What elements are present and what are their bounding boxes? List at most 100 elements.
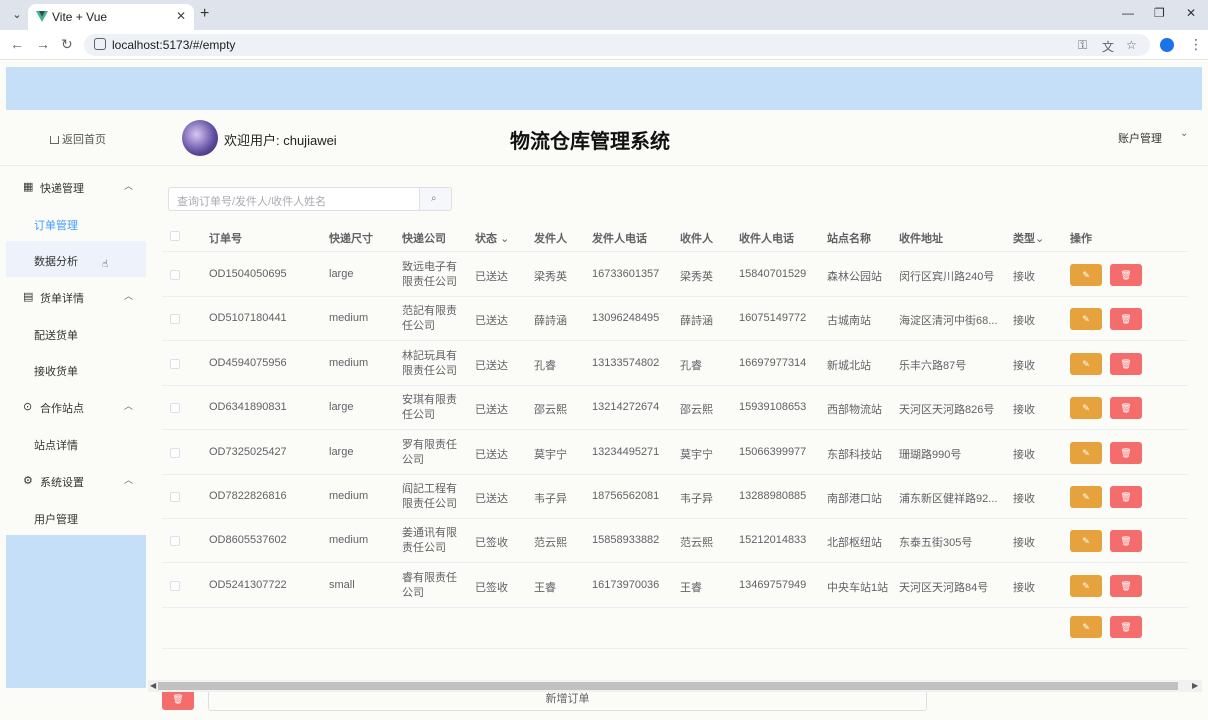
sidebar-item-label: 用户管理 bbox=[34, 514, 78, 526]
site-info-icon[interactable] bbox=[94, 38, 106, 50]
row-checkbox[interactable] bbox=[170, 536, 180, 547]
window-close-icon[interactable]: ✕ bbox=[1186, 6, 1196, 20]
table-row[interactable]: OD5107180441 medium 范記有限责任公司 已送达 薛詩涵 13096248… bbox=[162, 297, 1188, 342]
cell-company: 致远电子有限责任公司 bbox=[402, 261, 457, 288]
sidebar-item-station-details[interactable]: 站点详情 bbox=[6, 425, 146, 461]
scroll-left-icon[interactable]: ◀ bbox=[150, 681, 156, 690]
cell-type: 接收 bbox=[1013, 271, 1035, 283]
maximize-icon[interactable]: ❐ bbox=[1154, 6, 1165, 20]
edit-button[interactable]: ✎ bbox=[1070, 486, 1102, 508]
scroll-right-icon[interactable]: ▶ bbox=[1192, 681, 1198, 690]
column-header-label: 类型 bbox=[1013, 233, 1035, 245]
table-row[interactable]: OD6341890831 large 安琪有限责任公司 已送达 邵云熙 132142726… bbox=[162, 386, 1188, 431]
delete-button[interactable]: 🗑 bbox=[1110, 308, 1142, 331]
select-all-checkbox[interactable] bbox=[170, 231, 180, 241]
row-checkbox[interactable] bbox=[170, 358, 180, 369]
cell-type: 接收 bbox=[1013, 404, 1035, 417]
search-button[interactable]: ⌕ bbox=[420, 187, 452, 211]
bookmark-star-icon[interactable]: ☆ bbox=[1126, 38, 1137, 52]
gear-icon: ⚙ bbox=[23, 475, 33, 487]
forward-icon[interactable]: → bbox=[36, 36, 50, 52]
cell-company: 姜通讯有限责任公司 bbox=[402, 527, 457, 555]
edit-button[interactable]: ✎ bbox=[1070, 352, 1102, 375]
password-key-icon[interactable]: ⚿ bbox=[1078, 38, 1087, 53]
cell-station: 新城北站 bbox=[827, 359, 871, 372]
column-header: 操作 bbox=[1070, 233, 1092, 245]
close-icon[interactable]: ✕ bbox=[176, 9, 186, 23]
sidebar-item-order-management[interactable]: 订单管理 bbox=[6, 205, 146, 241]
menu-group-system-settings[interactable]: ⚙ 系统设置 ︿ bbox=[6, 461, 146, 499]
cell-station: 北部枢纽站 bbox=[827, 537, 882, 550]
delete-button[interactable]: 🗑 bbox=[1110, 397, 1142, 420]
cell-type: 接收 bbox=[1013, 581, 1035, 594]
search-input[interactable]: 查询订单号/发件人/收件人姓名 bbox=[168, 187, 420, 211]
table-row[interactable]: OD7325025427 large 罗有限责任公司 已送达 莫宇宁 1323449527… bbox=[162, 431, 1188, 475]
app-header: 返回首页 欢迎用户: chujiawei 物流仓库管理系统 账户管理 ⌄ bbox=[0, 110, 1208, 166]
edit-button[interactable]: ✎ bbox=[1070, 530, 1102, 553]
minimize-icon[interactable]: — bbox=[1122, 6, 1134, 20]
delete-button[interactable]: 🗑 bbox=[1110, 441, 1142, 464]
edit-button[interactable]: ✎ bbox=[1070, 397, 1102, 420]
cell-order: OD7325025427 bbox=[209, 445, 287, 458]
sidebar-item-receive-manifest[interactable]: 接收货单 bbox=[6, 351, 146, 387]
address-bar[interactable]: localhost:5173/#/empty ⚿ 文 ☆ bbox=[84, 34, 1150, 56]
account-menu[interactable]: 账户管理 bbox=[1118, 130, 1162, 146]
cell-size: medium bbox=[329, 312, 369, 325]
column-header: 快递尺寸 bbox=[329, 233, 373, 245]
menu-group-label: 合作站点 bbox=[40, 403, 84, 415]
delete-button[interactable]: 🗑 bbox=[1110, 574, 1142, 597]
table-row[interactable]: OD8605537602 medium 姜通讯有限责任公司 已签收 范云熙 1585893… bbox=[162, 519, 1188, 564]
row-checkbox[interactable] bbox=[170, 580, 180, 591]
back-home-link[interactable]: 返回首页 bbox=[50, 131, 106, 147]
delete-button[interactable]: 🗑 bbox=[1110, 486, 1142, 508]
row-checkbox[interactable] bbox=[170, 403, 180, 414]
menu-group-express[interactable]: ▦ 快递管理 ︿ bbox=[6, 167, 146, 205]
delete-button[interactable]: 🗑 bbox=[1110, 616, 1142, 638]
reload-icon[interactable]: ↻ bbox=[61, 36, 73, 53]
row-checkbox[interactable] bbox=[170, 270, 180, 280]
cell-order: OD4594075956 bbox=[209, 356, 287, 369]
cell-sender: 韦子异 bbox=[534, 493, 567, 505]
row-checkbox[interactable] bbox=[170, 447, 180, 458]
browser-tab[interactable]: Vite + Vue ✕ bbox=[28, 4, 194, 30]
sidebar-item-user-management[interactable]: 用户管理 bbox=[6, 499, 146, 535]
edit-button[interactable]: ✎ bbox=[1070, 616, 1102, 638]
delete-button[interactable]: 🗑 bbox=[1110, 530, 1142, 553]
row-checkbox[interactable] bbox=[170, 492, 180, 502]
horizontal-scrollbar[interactable]: ◀ ▶ bbox=[148, 680, 1202, 692]
table-row[interactable]: OD7822826816 medium 阎記工程有限责任公司 已送达 韦子异 187565… bbox=[162, 475, 1188, 519]
menu-group-partner-stations[interactable]: ⊙ 合作站点 ︿ bbox=[6, 387, 146, 425]
menu-group-manifest[interactable]: ▤ 货单详情 ︿ bbox=[6, 277, 146, 315]
delete-button[interactable]: 🗑 bbox=[1110, 352, 1142, 375]
cell-receiver: 薛詩涵 bbox=[680, 315, 713, 328]
edit-button[interactable]: ✎ bbox=[1070, 308, 1102, 331]
sidebar-item-delivery-manifest[interactable]: 配送货单 bbox=[6, 315, 146, 351]
table-row[interactable]: OD5241307722 small 睿有限责任公司 已签收 王睿 16173970036… bbox=[162, 564, 1188, 608]
column-header-type[interactable]: 类型⌄ bbox=[1013, 230, 1044, 246]
cell-status: 已送达 bbox=[475, 404, 508, 417]
cell-order: OD5241307722 bbox=[209, 578, 287, 591]
edit-button[interactable]: ✎ bbox=[1070, 264, 1102, 286]
scrollbar-thumb[interactable] bbox=[158, 682, 1178, 690]
column-header-status[interactable]: 状态 ⌄ bbox=[475, 230, 509, 246]
sidebar-item-data-analysis[interactable]: 数据分析 ☝ bbox=[6, 241, 146, 277]
url-text[interactable]: localhost:5173/#/empty bbox=[112, 38, 235, 52]
browser-menu-icon[interactable]: ⋮ bbox=[1189, 36, 1203, 53]
delete-button[interactable]: 🗑 bbox=[1110, 264, 1142, 286]
cell-receiver-phone: 15212014833 bbox=[739, 534, 807, 547]
tab-search-icon[interactable]: ⌄ bbox=[8, 6, 26, 24]
edit-button[interactable]: ✎ bbox=[1070, 441, 1102, 464]
chevron-up-icon: ︿ bbox=[124, 181, 134, 191]
table-row[interactable]: OD4594075956 medium 林記玩具有限责任公司 已送达 孔睿 1313357… bbox=[162, 342, 1188, 386]
cell-sender-phone: 13096248495 bbox=[592, 312, 660, 325]
new-tab-icon[interactable]: + bbox=[200, 5, 209, 23]
translate-icon[interactable]: 文 bbox=[1102, 38, 1114, 55]
table-row[interactable]: OD1504050695 large 致远电子有限责任公司 已送达 梁秀英 1673360… bbox=[162, 253, 1188, 297]
row-checkbox[interactable] bbox=[170, 314, 180, 325]
profile-icon[interactable] bbox=[1160, 38, 1174, 52]
cell-sender: 莫宇宁 bbox=[534, 448, 567, 461]
back-icon[interactable]: ← bbox=[10, 36, 24, 52]
chevron-down-icon[interactable]: ⌄ bbox=[1180, 128, 1188, 139]
edit-button[interactable]: ✎ bbox=[1070, 574, 1102, 597]
cell-size: medium bbox=[329, 356, 369, 369]
